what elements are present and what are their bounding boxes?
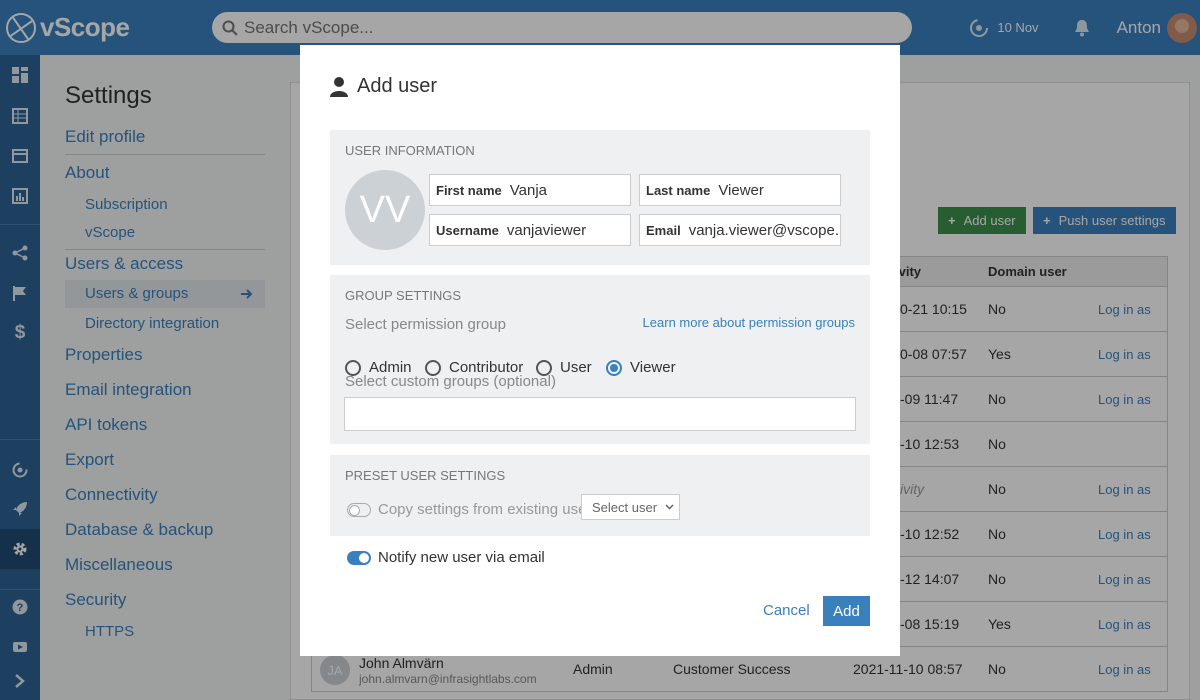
last-name-field[interactable]: Last name Viewer bbox=[639, 174, 841, 206]
select-user-dropdown[interactable]: Select user bbox=[581, 494, 680, 520]
notify-toggle-row: Notify new user via email bbox=[347, 549, 545, 566]
add-user-modal: Add user USER INFORMATION VV First name … bbox=[300, 45, 900, 656]
username-value[interactable]: vanjaviewer bbox=[507, 222, 586, 239]
email-label: Email bbox=[646, 222, 681, 238]
email-value[interactable]: vanja.viewer@vscope.n bbox=[689, 222, 840, 239]
preset-settings-heading: PRESET USER SETTINGS bbox=[345, 468, 506, 483]
modal-title-text: Add user bbox=[357, 75, 438, 97]
group-settings-heading: GROUP SETTINGS bbox=[345, 288, 462, 303]
radio-viewer[interactable]: Viewer bbox=[606, 359, 676, 376]
radio-user-label: User bbox=[560, 359, 592, 376]
preset-settings-section: PRESET USER SETTINGS Copy settings from … bbox=[330, 455, 870, 536]
username-label: Username bbox=[436, 222, 499, 238]
user-information-section: USER INFORMATION VV First name Vanja Las… bbox=[330, 130, 870, 265]
last-name-label: Last name bbox=[646, 182, 711, 198]
select-user-placeholder: Select user bbox=[592, 499, 658, 515]
notify-email-toggle[interactable] bbox=[347, 550, 371, 565]
permission-group-label: Select permission group bbox=[345, 316, 506, 333]
user-information-heading: USER INFORMATION bbox=[345, 143, 475, 158]
user-avatar-preview: VV bbox=[345, 170, 425, 250]
custom-groups-label: Select custom groups (optional) bbox=[345, 373, 556, 390]
notify-email-label: Notify new user via email bbox=[378, 549, 545, 566]
email-field[interactable]: Email vanja.viewer@vscope.n bbox=[639, 214, 841, 246]
copy-settings-toggle[interactable] bbox=[347, 502, 371, 517]
copy-settings-label: Copy settings from existing user bbox=[378, 501, 592, 518]
copy-settings-toggle-row: Copy settings from existing user bbox=[347, 501, 591, 518]
modal-title: Add user bbox=[330, 75, 437, 98]
cancel-button[interactable]: Cancel bbox=[763, 602, 810, 619]
first-name-field[interactable]: First name Vanja bbox=[429, 174, 631, 206]
username-field[interactable]: Username vanjaviewer bbox=[429, 214, 631, 246]
radio-circle-selected bbox=[606, 359, 622, 376]
radio-viewer-label: Viewer bbox=[630, 359, 676, 376]
add-button[interactable]: Add bbox=[823, 596, 870, 626]
group-settings-section: GROUP SETTINGS Select permission group L… bbox=[330, 275, 870, 444]
first-name-value[interactable]: Vanja bbox=[510, 182, 547, 199]
chevron-down-icon bbox=[665, 504, 674, 510]
user-icon bbox=[330, 76, 348, 97]
last-name-value[interactable]: Viewer bbox=[718, 182, 764, 199]
learn-more-permissions-link[interactable]: Learn more about permission groups bbox=[643, 315, 855, 330]
custom-groups-input[interactable] bbox=[344, 397, 856, 431]
first-name-label: First name bbox=[436, 182, 502, 198]
